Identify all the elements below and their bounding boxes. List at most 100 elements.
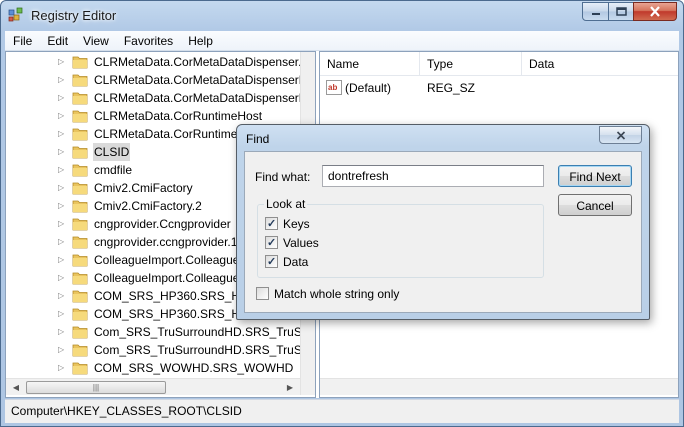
close-icon <box>616 130 625 140</box>
tree-item-label: CLRMetaData.CorMetaDataDispenserR <box>94 73 308 87</box>
folder-icon <box>72 56 88 69</box>
folder-icon <box>72 200 88 213</box>
keys-checkbox-row[interactable]: ✓ Keys <box>265 216 365 232</box>
minimize-icon <box>591 12 600 15</box>
tree-horizontal-scroll-thumb[interactable]: ||| <box>26 381 166 394</box>
close-button[interactable] <box>633 2 677 21</box>
cancel-button[interactable]: Cancel <box>558 194 632 216</box>
tree-item[interactable]: ▷ CLRMetaData.CorMetaDataDispenserR <box>6 71 307 89</box>
tree-item[interactable]: ▷ CLRMetaData.CorRuntimeHost <box>6 107 302 125</box>
tree-item-label: Cmiv2.CmiFactory.2 <box>94 199 202 213</box>
menu-help[interactable]: Help <box>180 31 220 51</box>
scroll-right-icon[interactable]: ▶ <box>282 379 298 396</box>
value-row[interactable]: ab (Default) REG_SZ <box>320 79 678 97</box>
expand-arrow-icon[interactable]: ▷ <box>58 89 66 107</box>
values-checkbox[interactable]: ✓ <box>265 236 278 249</box>
tree-item[interactable]: ▷ CLRMetaData.CorMetaDataDispenserR <box>6 89 307 107</box>
tree-item[interactable]: ▷ CLRMetaData.CorMetaDataDispenser.2 <box>6 53 308 71</box>
folder-icon <box>72 308 88 321</box>
folder-icon <box>72 74 88 87</box>
column-type[interactable]: Type <box>420 52 522 76</box>
expand-arrow-icon[interactable]: ▷ <box>58 233 66 251</box>
expand-arrow-icon[interactable]: ▷ <box>58 305 66 323</box>
tree-item[interactable]: ▷ Com_SRS_TruSurroundHD.SRS_TruSurround <box>6 323 315 341</box>
expand-arrow-icon[interactable]: ▷ <box>58 197 66 215</box>
expand-arrow-icon[interactable]: ▷ <box>58 251 66 269</box>
find-dialog-title: Find <box>246 132 270 146</box>
folder-icon <box>72 128 88 141</box>
folder-icon <box>72 146 88 159</box>
tree-item-label: cngprovider.Ccngprovider <box>94 217 231 231</box>
values-checkbox-row[interactable]: ✓ Values <box>265 235 365 251</box>
menu-view[interactable]: View <box>75 31 116 51</box>
keys-checkbox[interactable]: ✓ <box>265 217 278 230</box>
expand-arrow-icon[interactable]: ▷ <box>58 161 66 179</box>
expand-arrow-icon[interactable]: ▷ <box>58 323 66 341</box>
folder-icon <box>72 254 88 267</box>
value-type: REG_SZ <box>427 81 476 95</box>
expand-arrow-icon[interactable]: ▷ <box>58 71 66 89</box>
expand-arrow-icon[interactable]: ▷ <box>58 107 66 125</box>
tree-item-label: COM_SRS_WOWHD.SRS_WOWHD <box>94 361 294 375</box>
menu-file[interactable]: File <box>5 31 39 51</box>
expand-arrow-icon[interactable]: ▷ <box>58 125 66 143</box>
minimize-button[interactable] <box>582 2 609 21</box>
folder-icon <box>72 218 88 231</box>
find-dialog-body: Find what: Look at ✓ Keys ✓ Values ✓ Dat… <box>244 151 642 313</box>
folder-icon <box>72 290 88 303</box>
tree-item-label: Cmiv2.CmiFactory <box>94 181 193 195</box>
find-dialog-close-button[interactable] <box>599 126 642 144</box>
tree-item-label: CLRMetaData.CorMetaDataDispenserR <box>94 91 308 105</box>
maximize-icon <box>615 7 627 16</box>
folder-icon <box>72 362 88 375</box>
checkmark-icon: ✓ <box>267 256 277 268</box>
data-checkbox[interactable]: ✓ <box>265 255 278 268</box>
folder-icon <box>72 272 88 285</box>
find-next-button[interactable]: Find Next <box>558 165 632 187</box>
checkmark-icon: ✓ <box>267 237 277 249</box>
status-path: Computer\HKEY_CLASSES_ROOT\CLSID <box>11 404 242 418</box>
match-whole-label: Match whole string only <box>274 287 400 301</box>
match-whole-checkbox-row[interactable]: Match whole string only <box>256 286 456 302</box>
tree-item[interactable]: ▷ Com_SRS_TruSurroundHD.SRS_TruSurround <box>6 341 315 359</box>
tree-item-label: CLSID <box>93 143 131 161</box>
menu-edit[interactable]: Edit <box>39 31 75 51</box>
menu-favorites[interactable]: Favorites <box>116 31 180 51</box>
folder-icon <box>72 326 88 339</box>
expand-arrow-icon[interactable]: ▷ <box>58 53 66 71</box>
values-label: Values <box>283 236 319 250</box>
find-what-input[interactable] <box>322 165 544 187</box>
column-header: Name Type Data <box>320 52 678 76</box>
list-horizontal-scrollbar[interactable] <box>320 378 678 395</box>
title-bar[interactable]: Registry Editor <box>1 1 683 31</box>
folder-icon <box>72 164 88 177</box>
tree-item[interactable]: ▷ COM_SRS_WOWHD.SRS_WOWHD <box>6 359 302 377</box>
value-name: (Default) <box>345 81 392 95</box>
caption-buttons <box>582 2 677 21</box>
expand-arrow-icon[interactable]: ▷ <box>58 179 66 197</box>
svg-text:ab: ab <box>328 83 337 92</box>
tree-item-label: CLRMetaData.CorRuntimeHost <box>94 109 263 123</box>
expand-arrow-icon[interactable]: ▷ <box>58 215 66 233</box>
column-data[interactable]: Data <box>522 52 678 76</box>
scroll-left-icon[interactable]: ◀ <box>8 379 24 396</box>
data-checkbox-row[interactable]: ✓ Data <box>265 254 365 270</box>
keys-label: Keys <box>283 217 310 231</box>
registry-editor-icon <box>8 7 23 22</box>
match-whole-checkbox[interactable] <box>256 287 269 300</box>
expand-arrow-icon[interactable]: ▷ <box>58 359 66 377</box>
expand-arrow-icon[interactable]: ▷ <box>58 341 66 359</box>
maximize-button[interactable] <box>608 2 634 21</box>
close-icon <box>650 6 660 17</box>
tree-item-label: Com_SRS_TruSurroundHD.SRS_TruSurround <box>94 343 315 357</box>
column-name[interactable]: Name <box>320 52 420 76</box>
expand-arrow-icon[interactable]: ▷ <box>58 143 66 161</box>
tree-horizontal-scrollbar[interactable]: ◀ ||| ▶ <box>6 378 300 395</box>
status-bar: Computer\HKEY_CLASSES_ROOT\CLSID <box>5 399 679 423</box>
checkmark-icon: ✓ <box>267 218 277 230</box>
data-label: Data <box>283 255 309 269</box>
expand-arrow-icon[interactable]: ▷ <box>58 269 66 287</box>
string-value-icon: ab <box>326 80 342 95</box>
look-at-label: Look at <box>264 197 308 211</box>
expand-arrow-icon[interactable]: ▷ <box>58 287 66 305</box>
